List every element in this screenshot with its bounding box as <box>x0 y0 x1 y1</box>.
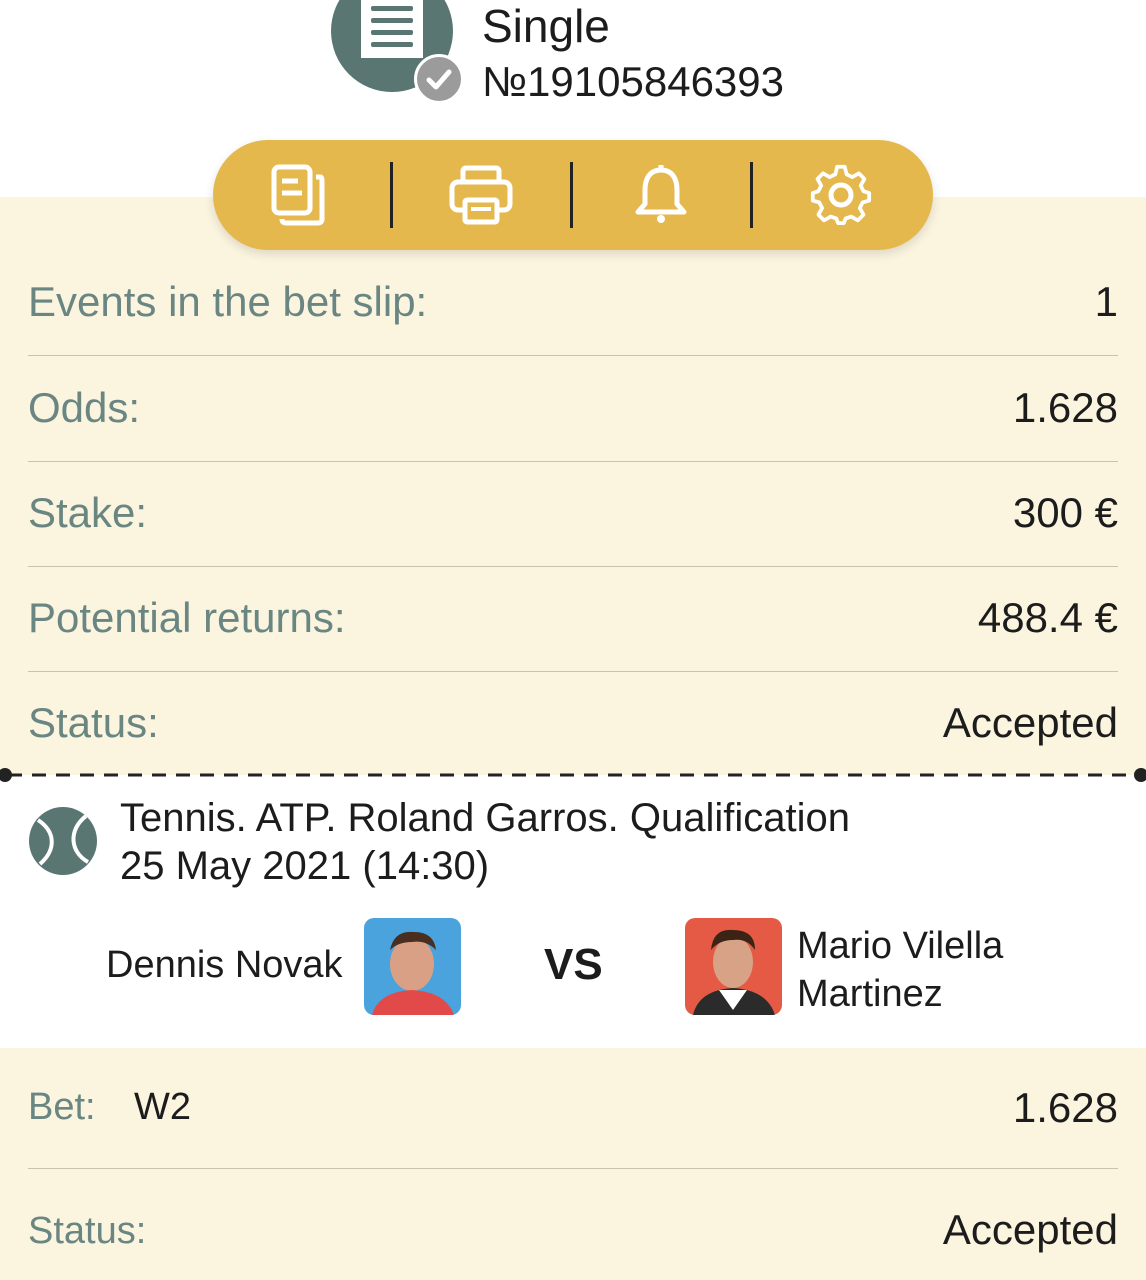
stake-row: Stake: 300 € <box>28 461 1118 567</box>
bet-status-label: Status: <box>28 1210 147 1252</box>
odds-label: Odds: <box>28 384 141 431</box>
events-count-label: Events in the bet slip: <box>28 278 428 325</box>
status-label: Status: <box>28 699 159 746</box>
returns-label: Potential returns: <box>28 594 346 641</box>
player2-avatar <box>685 918 782 1015</box>
returns-row: Potential returns: 488.4 € <box>28 566 1118 672</box>
bell-icon <box>635 165 687 223</box>
returns-value: 488.4 € <box>977 594 1118 641</box>
bet-details: Bet: W2 1.628 Status: Accepted <box>0 1048 1146 1280</box>
player2-name: Mario Vilella Martinez <box>797 925 1004 1015</box>
toolbar-divider <box>570 162 573 228</box>
versus-label: VS <box>544 940 603 989</box>
action-toolbar <box>213 140 933 250</box>
printer-icon <box>449 165 513 225</box>
events-count-value: 1 <box>1094 278 1118 325</box>
bet-row: Bet: W2 1.628 <box>28 1048 1118 1169</box>
tennis-ball-icon <box>29 807 97 875</box>
stake-label: Stake: <box>28 489 148 536</box>
event-datetime: 25 May 2021 (14:30) <box>120 844 490 888</box>
settings-button[interactable] <box>801 160 881 230</box>
bet-summary: Events in the bet slip: 1 Odds: 1.628 St… <box>0 197 1146 775</box>
bet-status-value: Accepted <box>942 1206 1118 1253</box>
player1-name: Dennis Novak <box>106 944 343 986</box>
bet-outcome: W2 <box>134 1086 191 1128</box>
toolbar-divider <box>750 162 753 228</box>
odds-value: 1.628 <box>1012 384 1118 431</box>
status-value: Accepted <box>942 699 1118 746</box>
events-count-row: Events in the bet slip: 1 <box>28 250 1118 356</box>
status-row: Status: Accepted <box>28 671 1118 776</box>
odds-row: Odds: 1.628 <box>28 356 1118 462</box>
notify-button[interactable] <box>621 160 701 230</box>
bet-type-title: Single <box>482 0 610 52</box>
bet-odds: 1.628 <box>1012 1084 1118 1131</box>
bet-number: №19105846393 <box>482 58 784 105</box>
bet-label: Bet: <box>28 1086 96 1128</box>
player1-avatar <box>364 918 461 1015</box>
copy-icon <box>271 164 325 226</box>
event-tournament: Tennis. ATP. Roland Garros. Qualificatio… <box>120 796 850 840</box>
ticket-perforation <box>0 768 1146 782</box>
print-button[interactable] <box>441 160 521 230</box>
event-card[interactable]: Tennis. ATP. Roland Garros. Qualificatio… <box>0 776 1146 1048</box>
check-icon <box>414 54 464 104</box>
settings-gear-icon <box>810 164 872 226</box>
stake-value: 300 € <box>1012 489 1118 536</box>
copy-button[interactable] <box>258 160 338 230</box>
toolbar-divider <box>390 162 393 228</box>
